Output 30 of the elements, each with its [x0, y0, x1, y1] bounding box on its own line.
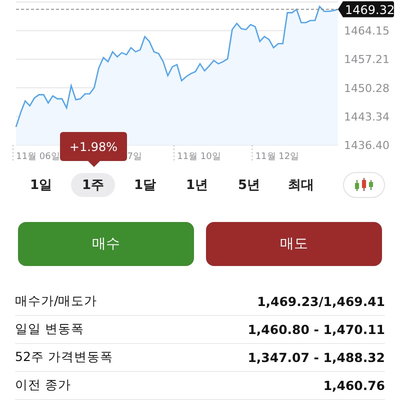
range-tab[interactable]: 5년	[223, 173, 275, 197]
stat-label: 52주 가격변동폭	[15, 349, 113, 366]
range-tab[interactable]: 1달	[119, 173, 171, 197]
candlestick-icon	[353, 177, 375, 193]
axis-label: 11월 06일	[16, 152, 60, 162]
range-tab[interactable]: 1일	[15, 173, 67, 197]
range-tab[interactable]: 1주	[71, 173, 115, 197]
axis-label: 7일	[127, 152, 142, 162]
axis-label: 11월 10일	[177, 152, 221, 162]
sell-button[interactable]: 매도	[206, 222, 382, 266]
stat-value: 1,460.76	[323, 378, 385, 393]
ref-line-label: 1469.32	[345, 2, 395, 17]
price-tag: 1469.32	[338, 1, 395, 18]
stat-label: 매수가/매도가	[15, 293, 98, 310]
stat-value: 1,460.80 - 1,470.11	[248, 322, 385, 337]
axis-label: 1436.40	[344, 139, 390, 152]
axis-label: 1450.28	[344, 82, 390, 95]
axis-label: 1443.34	[344, 110, 390, 124]
stat-value: 1,469.23/1,469.41	[257, 294, 385, 309]
axis-label: 1464.15	[344, 24, 390, 38]
change-tooltip: +1.98%	[60, 132, 127, 167]
axis-label: 11월 12일	[255, 152, 300, 162]
range-tab[interactable]: 1년	[171, 173, 223, 197]
stat-value: 1,347.07 - 1,488.32	[248, 350, 385, 365]
buy-button[interactable]: 매수	[18, 222, 194, 266]
stat-label: 일일 변동폭	[15, 321, 84, 338]
range-tab[interactable]: 최대	[275, 173, 327, 197]
stat-label: 이전 종가	[15, 377, 71, 394]
axis-label: 1457.21	[344, 53, 390, 66]
candlestick-button[interactable]	[343, 172, 385, 198]
